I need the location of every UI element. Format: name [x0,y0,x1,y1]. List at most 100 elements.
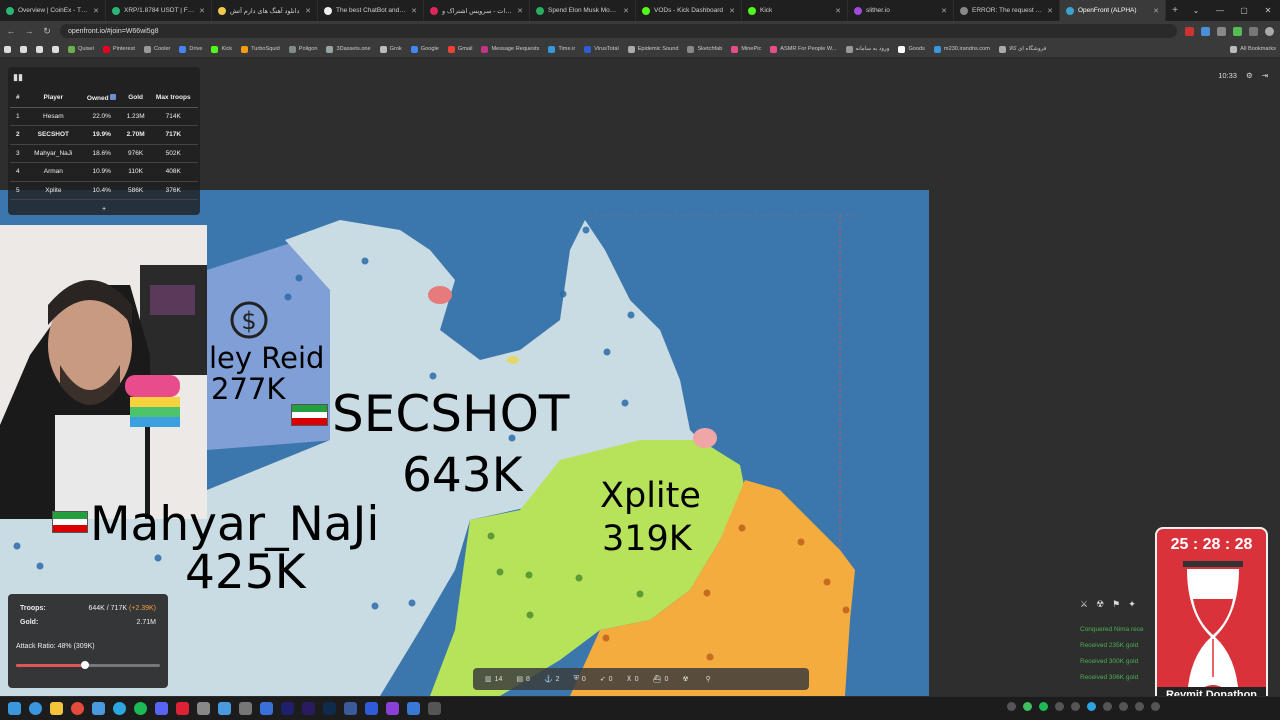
extension-icon[interactable] [1201,26,1210,36]
chrome-icon[interactable] [71,702,84,715]
app-icon[interactable] [428,702,441,715]
extension-icon[interactable] [1217,26,1226,36]
bookmark-item[interactable]: Cooler [143,45,170,53]
build-item[interactable]: ☢ [678,675,695,683]
browser-tab[interactable]: slither.io ✕ [848,0,954,21]
tab-close-icon[interactable]: ✕ [411,7,417,15]
maximize-icon[interactable]: ▢ [1232,6,1256,15]
browser-tab[interactable]: Kick ✕ [742,0,848,21]
build-item[interactable]: ⛨ 0 [570,675,590,683]
bookmark-app-icon[interactable] [36,45,43,53]
discord-icon[interactable] [155,702,168,715]
bookmark-item[interactable]: Poligon [288,45,317,53]
app-icon[interactable] [260,702,273,715]
browser-tab[interactable]: Overview | CoinEx - The G ✕ [0,0,106,21]
file-explorer-icon[interactable] [50,702,63,715]
bookmark-item[interactable]: Sketchfab [687,45,722,53]
attack-ratio-slider[interactable] [16,661,160,669]
gold-header[interactable]: Gold [122,89,149,108]
tray-icon[interactable] [1007,702,1016,711]
bookmark-app-icon[interactable] [20,45,27,53]
browser-tab[interactable]: VODs - Kick Dashboard ✕ [636,0,742,21]
trade-filter-icon[interactable]: ⚑ [1112,599,1120,610]
leaderboard-row[interactable]: 4 Arman 10.9% 110K 408K [10,162,198,182]
photoshop-icon[interactable] [323,702,336,715]
leaderboard-expand-button[interactable]: + [8,206,200,213]
browser-tab[interactable]: OpenFront (ALPHA) ✕ [1060,0,1166,21]
forward-icon[interactable]: → [24,26,34,36]
app-icon[interactable] [218,702,231,715]
back-icon[interactable]: ← [6,26,16,36]
build-item[interactable]: ⛴ 0 [649,675,673,684]
app-icon[interactable] [176,702,189,715]
build-item[interactable]: ⊼ 0 [623,675,643,684]
extension-icon[interactable] [1233,26,1242,36]
bookmark-item[interactable]: Gmail [447,45,472,53]
profile-icon[interactable] [1265,26,1274,36]
browser-tab[interactable]: The best ChatBot and Wr ✕ [318,0,424,21]
tray-icon[interactable] [1151,702,1160,711]
bookmark-item[interactable]: Goods [898,45,925,53]
player-header[interactable]: Player [26,89,81,108]
alliance-filter-icon[interactable]: ✦ [1128,599,1136,610]
app-icon[interactable] [92,702,105,715]
browser-tab[interactable]: Spend Elon Musk Money ✕ [530,0,636,21]
tray-icon[interactable] [1103,702,1112,711]
nuke-filter-icon[interactable]: ☢ [1096,599,1104,610]
extension-icon[interactable] [1185,26,1194,36]
build-item[interactable]: ▥ 14 [481,675,506,684]
leaderboard-row[interactable]: 3 Mahyar_NaJi 18.6% 976K 502K [10,144,198,163]
bookmark-item[interactable]: 3Dassets.one [326,45,371,53]
owned-header[interactable]: Owned [80,89,123,108]
browser-tab[interactable]: آپارات - سرویس اشتراک و ✕ [424,0,530,21]
leaderboard-toggle-icon[interactable]: ▮▮ [13,72,23,83]
bookmark-item[interactable]: m230.irandns.com [933,45,990,53]
attack-filter-icon[interactable]: ⚔ [1080,599,1088,610]
windows-start-icon[interactable] [8,702,21,715]
browser-tab[interactable]: ERROR: The request could ✕ [954,0,1060,21]
leaderboard-row[interactable]: 5 Xplite 10.4% 586K 376K [10,181,198,200]
bookmark-item[interactable]: TurboSquid [241,45,280,53]
extension-icon[interactable] [1249,26,1258,36]
tab-close-icon[interactable]: ✕ [623,7,629,15]
browser-tab[interactable]: XRP/1.8784 USDT | Futur ✕ [106,0,212,21]
browser-tab[interactable]: دانلود آهنگ های دارم آتش ✕ [212,0,318,21]
app-icon[interactable] [197,702,210,715]
bookmark-item[interactable]: Epidemic Sound [627,45,678,53]
search-icon[interactable] [29,702,42,715]
tray-icon[interactable] [1119,702,1128,711]
tray-icon[interactable] [1055,702,1064,711]
app-icon[interactable] [407,702,420,715]
minimize-icon[interactable]: — [1208,6,1232,15]
app-icon[interactable] [365,702,378,715]
new-tab-button[interactable]: + [1166,5,1184,16]
leaderboard-row[interactable]: 1 Hesam 22.0% 1.23M 714K [10,107,198,126]
tab-close-icon[interactable]: ✕ [729,7,735,15]
after-effects-icon[interactable] [281,702,294,715]
bookmark-item[interactable]: فروشگاه ای کالا [998,45,1046,53]
tab-close-icon[interactable]: ✕ [305,7,311,15]
max-troops-header[interactable]: Max troops [148,89,198,108]
bookmark-item[interactable]: ورود به سامانه [845,45,889,53]
tab-search-icon[interactable]: ⌄ [1184,6,1208,15]
tray-icon[interactable] [1071,702,1080,711]
tab-close-icon[interactable]: ✕ [941,7,947,15]
bookmark-item[interactable]: Kick [211,45,232,53]
tray-icon[interactable] [1039,702,1048,711]
tab-close-icon[interactable]: ✕ [1047,7,1053,15]
close-window-icon[interactable]: ✕ [1256,6,1280,15]
tray-icon[interactable] [1135,702,1144,711]
bookmark-item[interactable]: Quisel [68,45,94,53]
tray-icon[interactable] [1087,702,1096,711]
telegram-icon[interactable] [113,702,126,715]
app-icon[interactable] [239,702,252,715]
bookmark-item[interactable]: VirusTotal [584,45,619,53]
tray-icon[interactable] [1023,702,1032,711]
bookmark-item[interactable]: Message Requests [481,45,539,53]
spotify-icon[interactable] [134,702,147,715]
bookmark-item[interactable]: Pinterest [102,45,135,53]
bookmark-item[interactable]: ASMR For People W... [770,45,837,53]
bookmark-item[interactable]: Grok [379,45,402,53]
tab-close-icon[interactable]: ✕ [835,7,841,15]
build-item[interactable]: ➶ 0 [596,675,617,684]
